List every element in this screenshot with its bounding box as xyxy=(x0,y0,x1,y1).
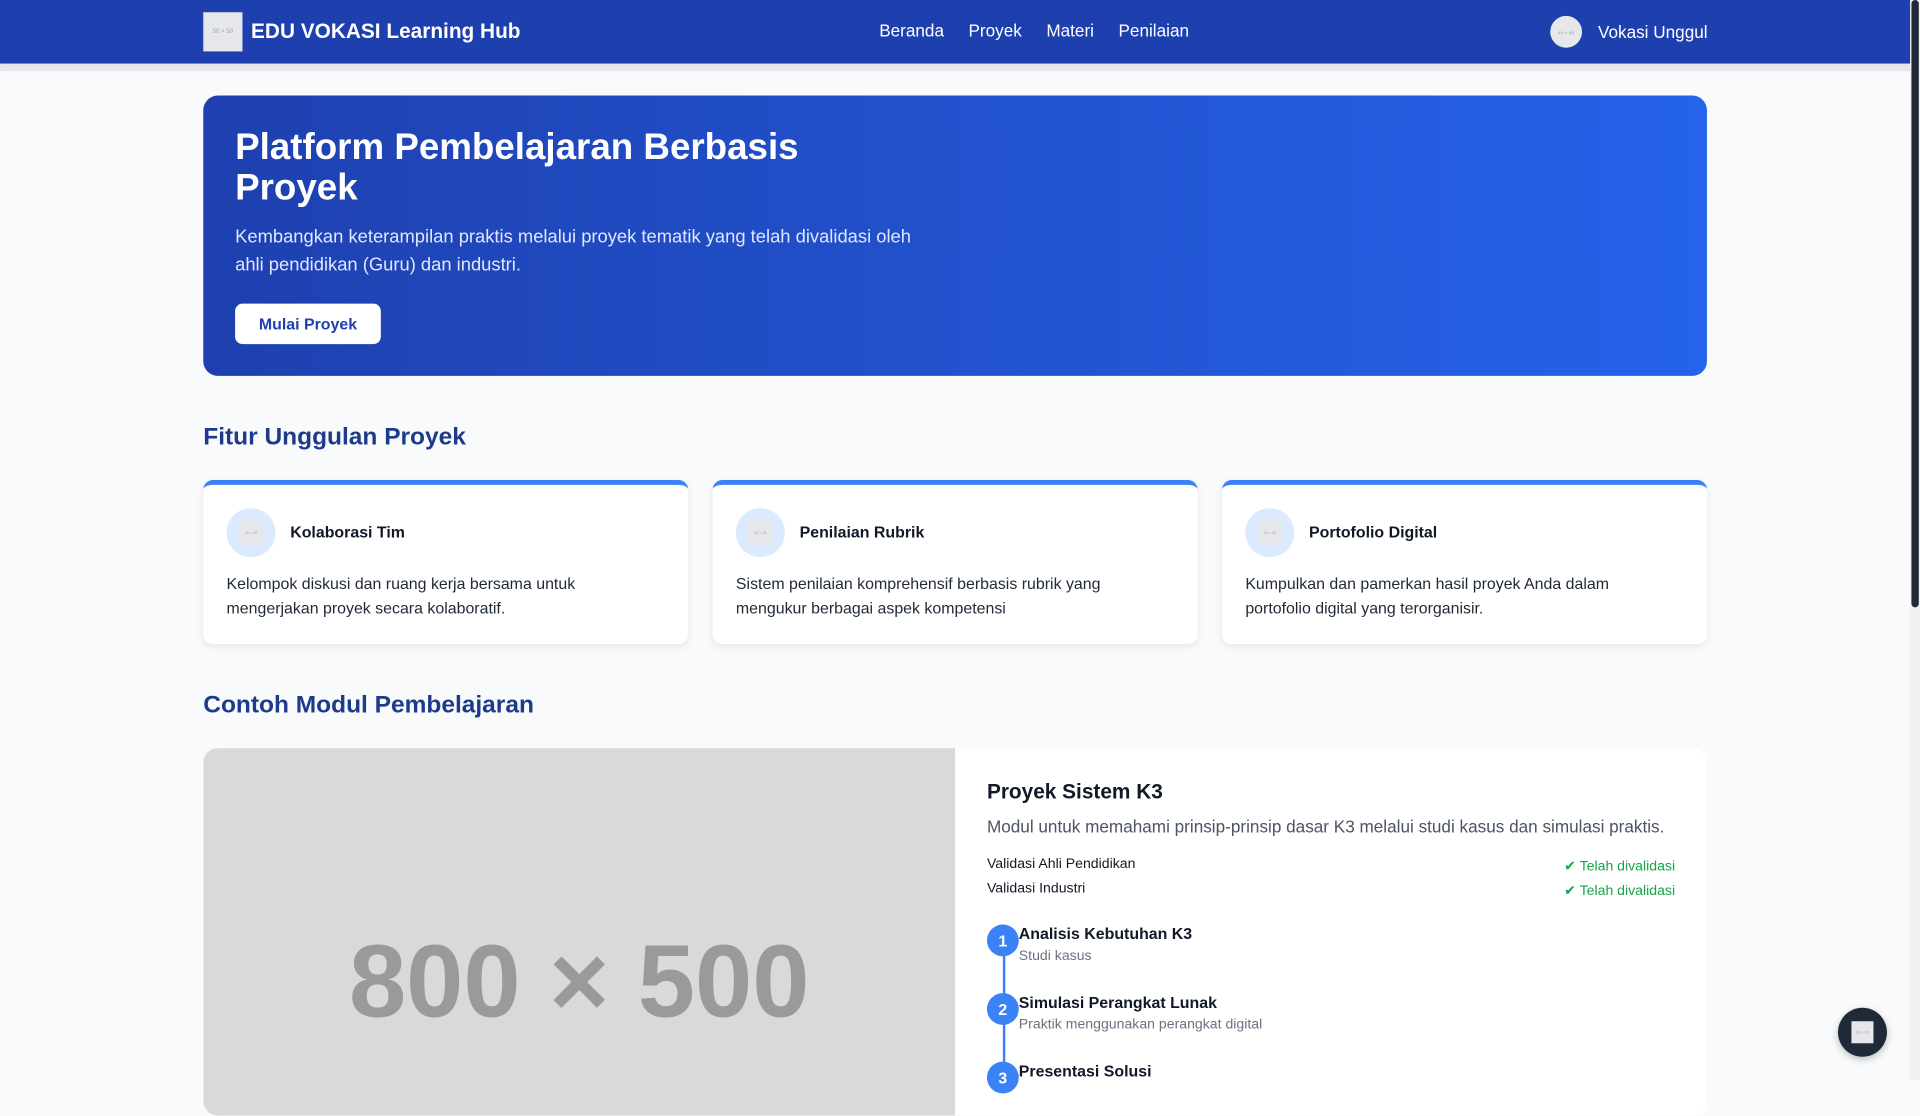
check-icon: ✔ xyxy=(1564,859,1576,875)
step-title: Analisis Kebutuhan K3 xyxy=(1018,924,1193,943)
hero-title: Platform Pembelajaran Berbasis Proyek xyxy=(235,127,799,209)
avatar: 40 × 40 xyxy=(1550,15,1583,48)
logo-icon: 50 × 50 xyxy=(203,12,243,52)
validation-label: Validasi Industri xyxy=(986,881,1086,897)
hero-banner: Platform Pembelajaran Berbasis Proyek Ke… xyxy=(203,95,1707,376)
feature-description: Kumpulkan dan pamerkan hasil proyek Anda… xyxy=(1245,574,1610,618)
validation-status-text: Telah divalidasi xyxy=(1579,884,1676,899)
team-icon-placeholder: 30 × 30 xyxy=(238,520,264,545)
module-title: Proyek Sistem K3 xyxy=(986,780,1163,804)
user-menu[interactable]: 40 × 40 Vokasi Unggul xyxy=(1550,15,1708,48)
step-number: 3 xyxy=(986,1061,1019,1094)
feature-card-collaboration[interactable]: 30 × 30 Kolaborasi Tim Kelompok diskusi … xyxy=(203,480,689,645)
feature-card-rubric[interactable]: 30 × 30 Penilaian Rubrik Sistem penilaia… xyxy=(712,480,1198,645)
modules-heading: Contoh Modul Pembelajaran xyxy=(203,691,534,719)
step-title: Simulasi Perangkat Lunak xyxy=(1018,993,1217,1012)
check-icon: ✔ xyxy=(1564,884,1576,899)
features-heading: Fitur Unggulan Proyek xyxy=(203,423,466,451)
team-icon: 30 × 30 xyxy=(226,508,276,558)
rubric-icon: 30 × 30 xyxy=(735,508,785,558)
step-number: 1 xyxy=(986,924,1019,957)
feature-title: Penilaian Rubrik xyxy=(799,522,925,542)
validation-row: Validasi Ahli Pendidikan ✔ Telah divalid… xyxy=(987,857,1675,874)
step-number: 2 xyxy=(986,993,1019,1025)
portfolio-icon: 30 × 30 xyxy=(1245,508,1295,558)
validation-row: Validasi Industri ✔ Telah divalidasi xyxy=(987,882,1675,899)
validation-label: Validasi Ahli Pendidikan xyxy=(986,857,1136,872)
user-name: Vokasi Unggul xyxy=(1597,22,1708,42)
feature-description: Sistem penilaian komprehensif berbasis r… xyxy=(735,574,1101,618)
module-card: 800 × 500 Proyek Sistem K3 Modul untuk m… xyxy=(203,748,1707,1116)
feature-title: Portofolio Digital xyxy=(1308,522,1438,542)
brand-title: EDU VOKASI Learning Hub xyxy=(251,19,521,43)
scrollbar-thumb[interactable] xyxy=(1911,0,1919,608)
module-image: 800 × 500 xyxy=(203,748,956,1116)
nav-link-materi[interactable]: Materi xyxy=(1046,21,1094,41)
feature-card-portfolio[interactable]: 30 × 30 Portofolio Digital Kumpulkan dan… xyxy=(1222,480,1707,645)
validation-status-text: Telah divalidasi xyxy=(1579,859,1676,875)
chat-icon: 30 × 30 xyxy=(1851,1021,1874,1044)
step-title: Presentasi Solusi xyxy=(1018,1061,1152,1081)
step-subtitle: Praktik menggunakan perangkat digital xyxy=(1018,1017,1263,1033)
validation-status: ✔ Telah divalidasi xyxy=(1564,857,1676,875)
feature-description: Kelompok diskusi dan ruang kerja bersama… xyxy=(226,574,576,618)
validation-status: ✔ Telah divalidasi xyxy=(1564,882,1675,899)
nav-link-beranda[interactable]: Beranda xyxy=(879,21,944,41)
nav-links: Beranda Proyek Materi Penilaian xyxy=(879,21,1189,41)
nav-link-penilaian[interactable]: Penilaian xyxy=(1118,21,1189,41)
chat-button[interactable]: 30 × 30 xyxy=(1837,1007,1887,1057)
nav-link-proyek[interactable]: Proyek xyxy=(969,21,1022,41)
page: 50 × 50 EDU VOKASI Learning Hub Beranda … xyxy=(0,0,1920,1116)
brand[interactable]: 50 × 50 EDU VOKASI Learning Hub xyxy=(203,12,521,52)
rubric-icon-placeholder: 30 × 30 xyxy=(748,520,773,545)
start-project-button[interactable]: Mulai Proyek xyxy=(235,303,381,345)
step-subtitle: Studi kasus xyxy=(1018,948,1092,964)
navbar: 50 × 50 EDU VOKASI Learning Hub Beranda … xyxy=(0,0,1911,64)
module-image-placeholder: 800 × 500 xyxy=(348,922,810,1038)
navbar-divider xyxy=(0,63,1911,72)
module-description: Modul untuk memahami prinsip-prinsip das… xyxy=(986,816,1665,837)
feature-title: Kolaborasi Tim xyxy=(290,522,405,542)
module-body: Proyek Sistem K3 Modul untuk memahami pr… xyxy=(986,780,1675,1094)
hero-description: Kembangkan keterampilan praktis melalui … xyxy=(235,226,911,276)
portfolio-icon-placeholder: 30 × 30 xyxy=(1257,520,1283,545)
